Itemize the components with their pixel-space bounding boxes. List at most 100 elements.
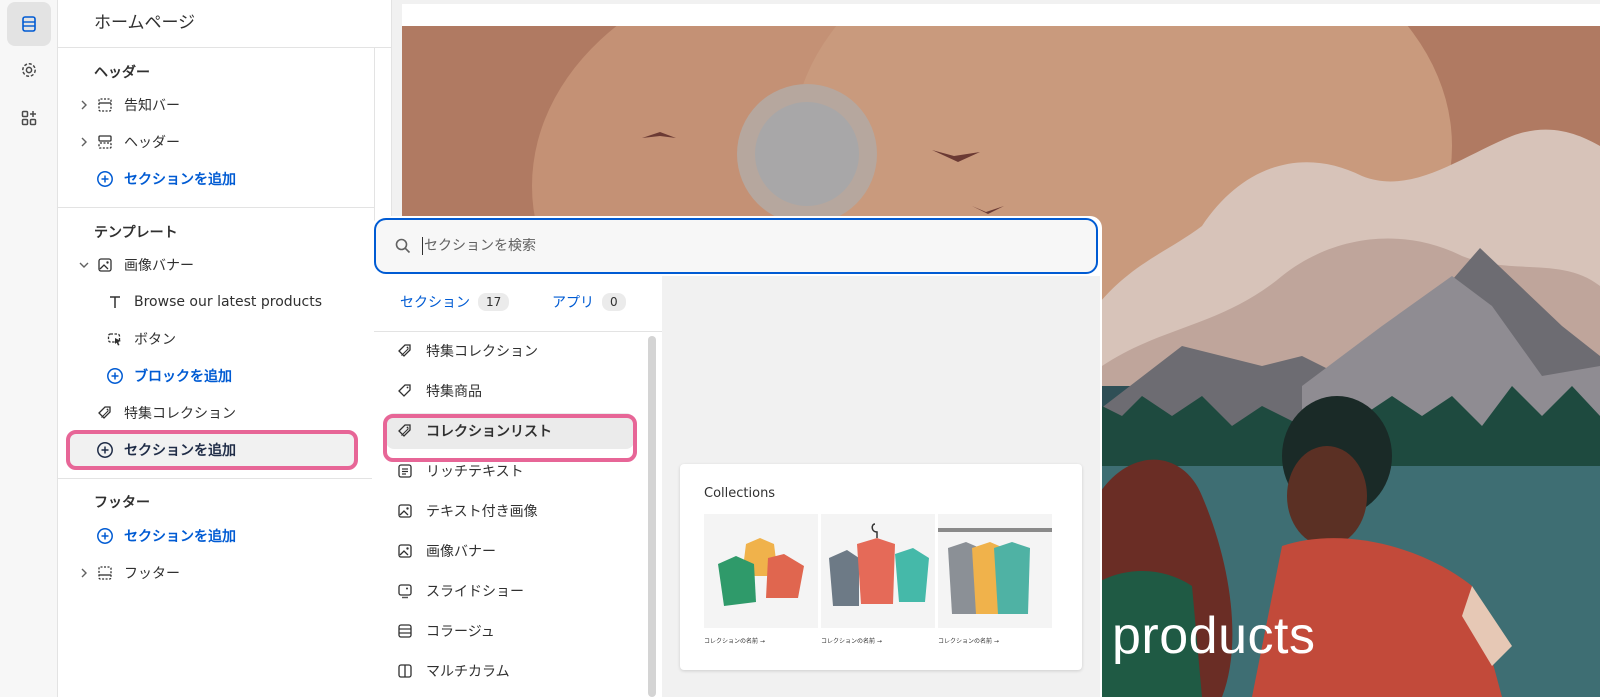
settings-nav-button[interactable] xyxy=(7,48,51,92)
announcement-bar-icon xyxy=(96,96,114,114)
icon-rail xyxy=(0,0,58,697)
header-add-section-button[interactable]: セクションを追加 xyxy=(76,164,366,194)
plus-circle-icon xyxy=(96,527,114,545)
image-icon xyxy=(396,502,414,520)
list-item-label: 画像バナー xyxy=(426,544,496,560)
tree-item-image-banner[interactable]: 画像バナー xyxy=(76,250,366,280)
divider xyxy=(58,478,374,479)
section-sidebar: ホームページ ヘッダー 告知バー ヘッダー セクションを追加 テンプレート 画像… xyxy=(58,0,392,697)
list-item-featured-collection[interactable]: 特集コレクション xyxy=(386,333,634,369)
collection-tag-icon xyxy=(396,342,414,360)
tree-item-text-block[interactable]: Browse our latest products xyxy=(106,287,396,317)
list-item-multicolumn[interactable]: マルチカラム xyxy=(386,653,634,689)
group-label-template: テンプレート xyxy=(94,225,178,241)
slideshow-icon xyxy=(396,582,414,600)
plus-circle-icon xyxy=(106,367,124,385)
tree-item-label: フッター xyxy=(124,566,180,582)
tree-item-label: ボタン xyxy=(134,332,176,348)
chevron-down-icon[interactable] xyxy=(76,257,92,273)
group-label-header: ヘッダー xyxy=(94,65,150,81)
tab-count-badge: 17 xyxy=(478,293,510,311)
page-title: ホームページ xyxy=(94,13,196,33)
list-item-label: マルチカラム xyxy=(426,664,510,680)
add-block-label: ブロックを追加 xyxy=(134,369,232,385)
list-item-image-banner[interactable]: 画像バナー xyxy=(386,533,634,569)
tree-item-label: Browse our latest products xyxy=(134,294,323,310)
group-label-footer: フッター xyxy=(94,495,150,511)
collection-tile: コレクションの名前 → xyxy=(821,514,935,645)
section-search-input[interactable] xyxy=(424,238,1024,254)
text-icon xyxy=(106,293,124,311)
footer-add-section-button[interactable]: セクションを追加 xyxy=(76,521,366,551)
preview-card-title: Collections xyxy=(704,486,776,501)
collection-list-preview-card: Collections コレクションの名前 → コレクションの名前 → コレクシ… xyxy=(680,464,1082,670)
collection-image xyxy=(821,514,935,628)
tab-count-badge: 0 xyxy=(602,293,626,311)
tab-label: セクション xyxy=(400,295,470,311)
image-icon xyxy=(96,256,114,274)
picker-tabs: セクション 17 アプリ 0 xyxy=(374,276,662,332)
list-item-label: 特集コレクション xyxy=(426,344,538,360)
button-cursor-icon xyxy=(106,330,124,348)
plus-circle-icon xyxy=(96,441,114,459)
tree-item-header[interactable]: ヘッダー xyxy=(76,127,366,157)
tree-item-footer[interactable]: フッター xyxy=(76,558,366,588)
footer-section-icon xyxy=(96,564,114,582)
add-section-label: セクションを追加 xyxy=(124,172,236,188)
collection-caption: コレクションの名前 → xyxy=(938,638,999,645)
sections-icon xyxy=(22,16,36,32)
list-item-label: 特集商品 xyxy=(426,384,482,400)
tree-item-button-block[interactable]: ボタン xyxy=(106,324,396,354)
apps-icon xyxy=(21,110,37,126)
list-item-image-with-text[interactable]: テキスト付き画像 xyxy=(386,493,634,529)
divider xyxy=(58,207,374,208)
preview-top-bar xyxy=(402,4,1600,26)
list-item-label: テキスト付き画像 xyxy=(426,504,538,520)
section-search-field[interactable] xyxy=(374,218,1098,274)
search-icon xyxy=(395,238,411,254)
tab-sections[interactable]: セクション 17 xyxy=(400,292,510,312)
add-section-label: セクションを追加 xyxy=(124,443,236,459)
list-scrollbar[interactable] xyxy=(648,336,656,697)
tree-item-announcement-bar[interactable]: 告知バー xyxy=(76,90,366,120)
collection-tag-icon xyxy=(96,404,114,422)
tree-item-featured-collection[interactable]: 特集コレクション xyxy=(76,398,366,428)
template-add-section-button[interactable]: セクションを追加 xyxy=(76,435,366,465)
chevron-right-icon[interactable] xyxy=(76,134,92,150)
add-section-label: セクションを追加 xyxy=(124,529,236,545)
image-icon xyxy=(396,542,414,560)
collection-image xyxy=(704,514,818,628)
columns-icon xyxy=(396,662,414,680)
tag-icon xyxy=(396,382,414,400)
collection-tile: コレクションの名前 → xyxy=(704,514,818,645)
collection-caption: コレクションの名前 → xyxy=(821,638,882,645)
list-item-collage[interactable]: コラージュ xyxy=(386,613,634,649)
tree-item-label: 画像バナー xyxy=(124,258,194,274)
list-item-label: コラージュ xyxy=(426,624,495,640)
list-item-slideshow[interactable]: スライドショー xyxy=(386,573,634,609)
tree-item-label: 告知バー xyxy=(124,98,180,114)
text-cursor xyxy=(422,237,423,255)
collage-icon xyxy=(396,622,414,640)
add-block-button[interactable]: ブロックを追加 xyxy=(106,361,396,391)
sections-nav-button[interactable] xyxy=(7,2,51,46)
divider xyxy=(58,47,392,48)
collection-caption: コレクションの名前 → xyxy=(704,638,765,645)
chevron-right-icon[interactable] xyxy=(76,565,92,581)
chevron-right-icon[interactable] xyxy=(76,97,92,113)
tab-label: アプリ xyxy=(552,295,594,311)
list-item-label: リッチテキスト xyxy=(426,464,524,480)
list-item-label: スライドショー xyxy=(426,584,524,600)
section-list: 特集コレクション 特集商品 コレクションリスト リッチテキスト テキスト付き画像… xyxy=(374,333,662,697)
collection-tile: コレクションの名前 → xyxy=(938,514,1052,645)
header-section-icon xyxy=(96,133,114,151)
text-block-icon xyxy=(396,462,414,480)
plus-circle-icon xyxy=(96,170,114,188)
tree-item-label: ヘッダー xyxy=(124,135,180,151)
tab-apps[interactable]: アプリ 0 xyxy=(552,292,626,312)
list-item-featured-product[interactable]: 特集商品 xyxy=(386,373,634,409)
collection-image xyxy=(938,514,1052,628)
apps-nav-button[interactable] xyxy=(7,96,51,140)
list-selection-highlight xyxy=(383,414,637,462)
hero-heading-text: products xyxy=(1112,607,1316,665)
